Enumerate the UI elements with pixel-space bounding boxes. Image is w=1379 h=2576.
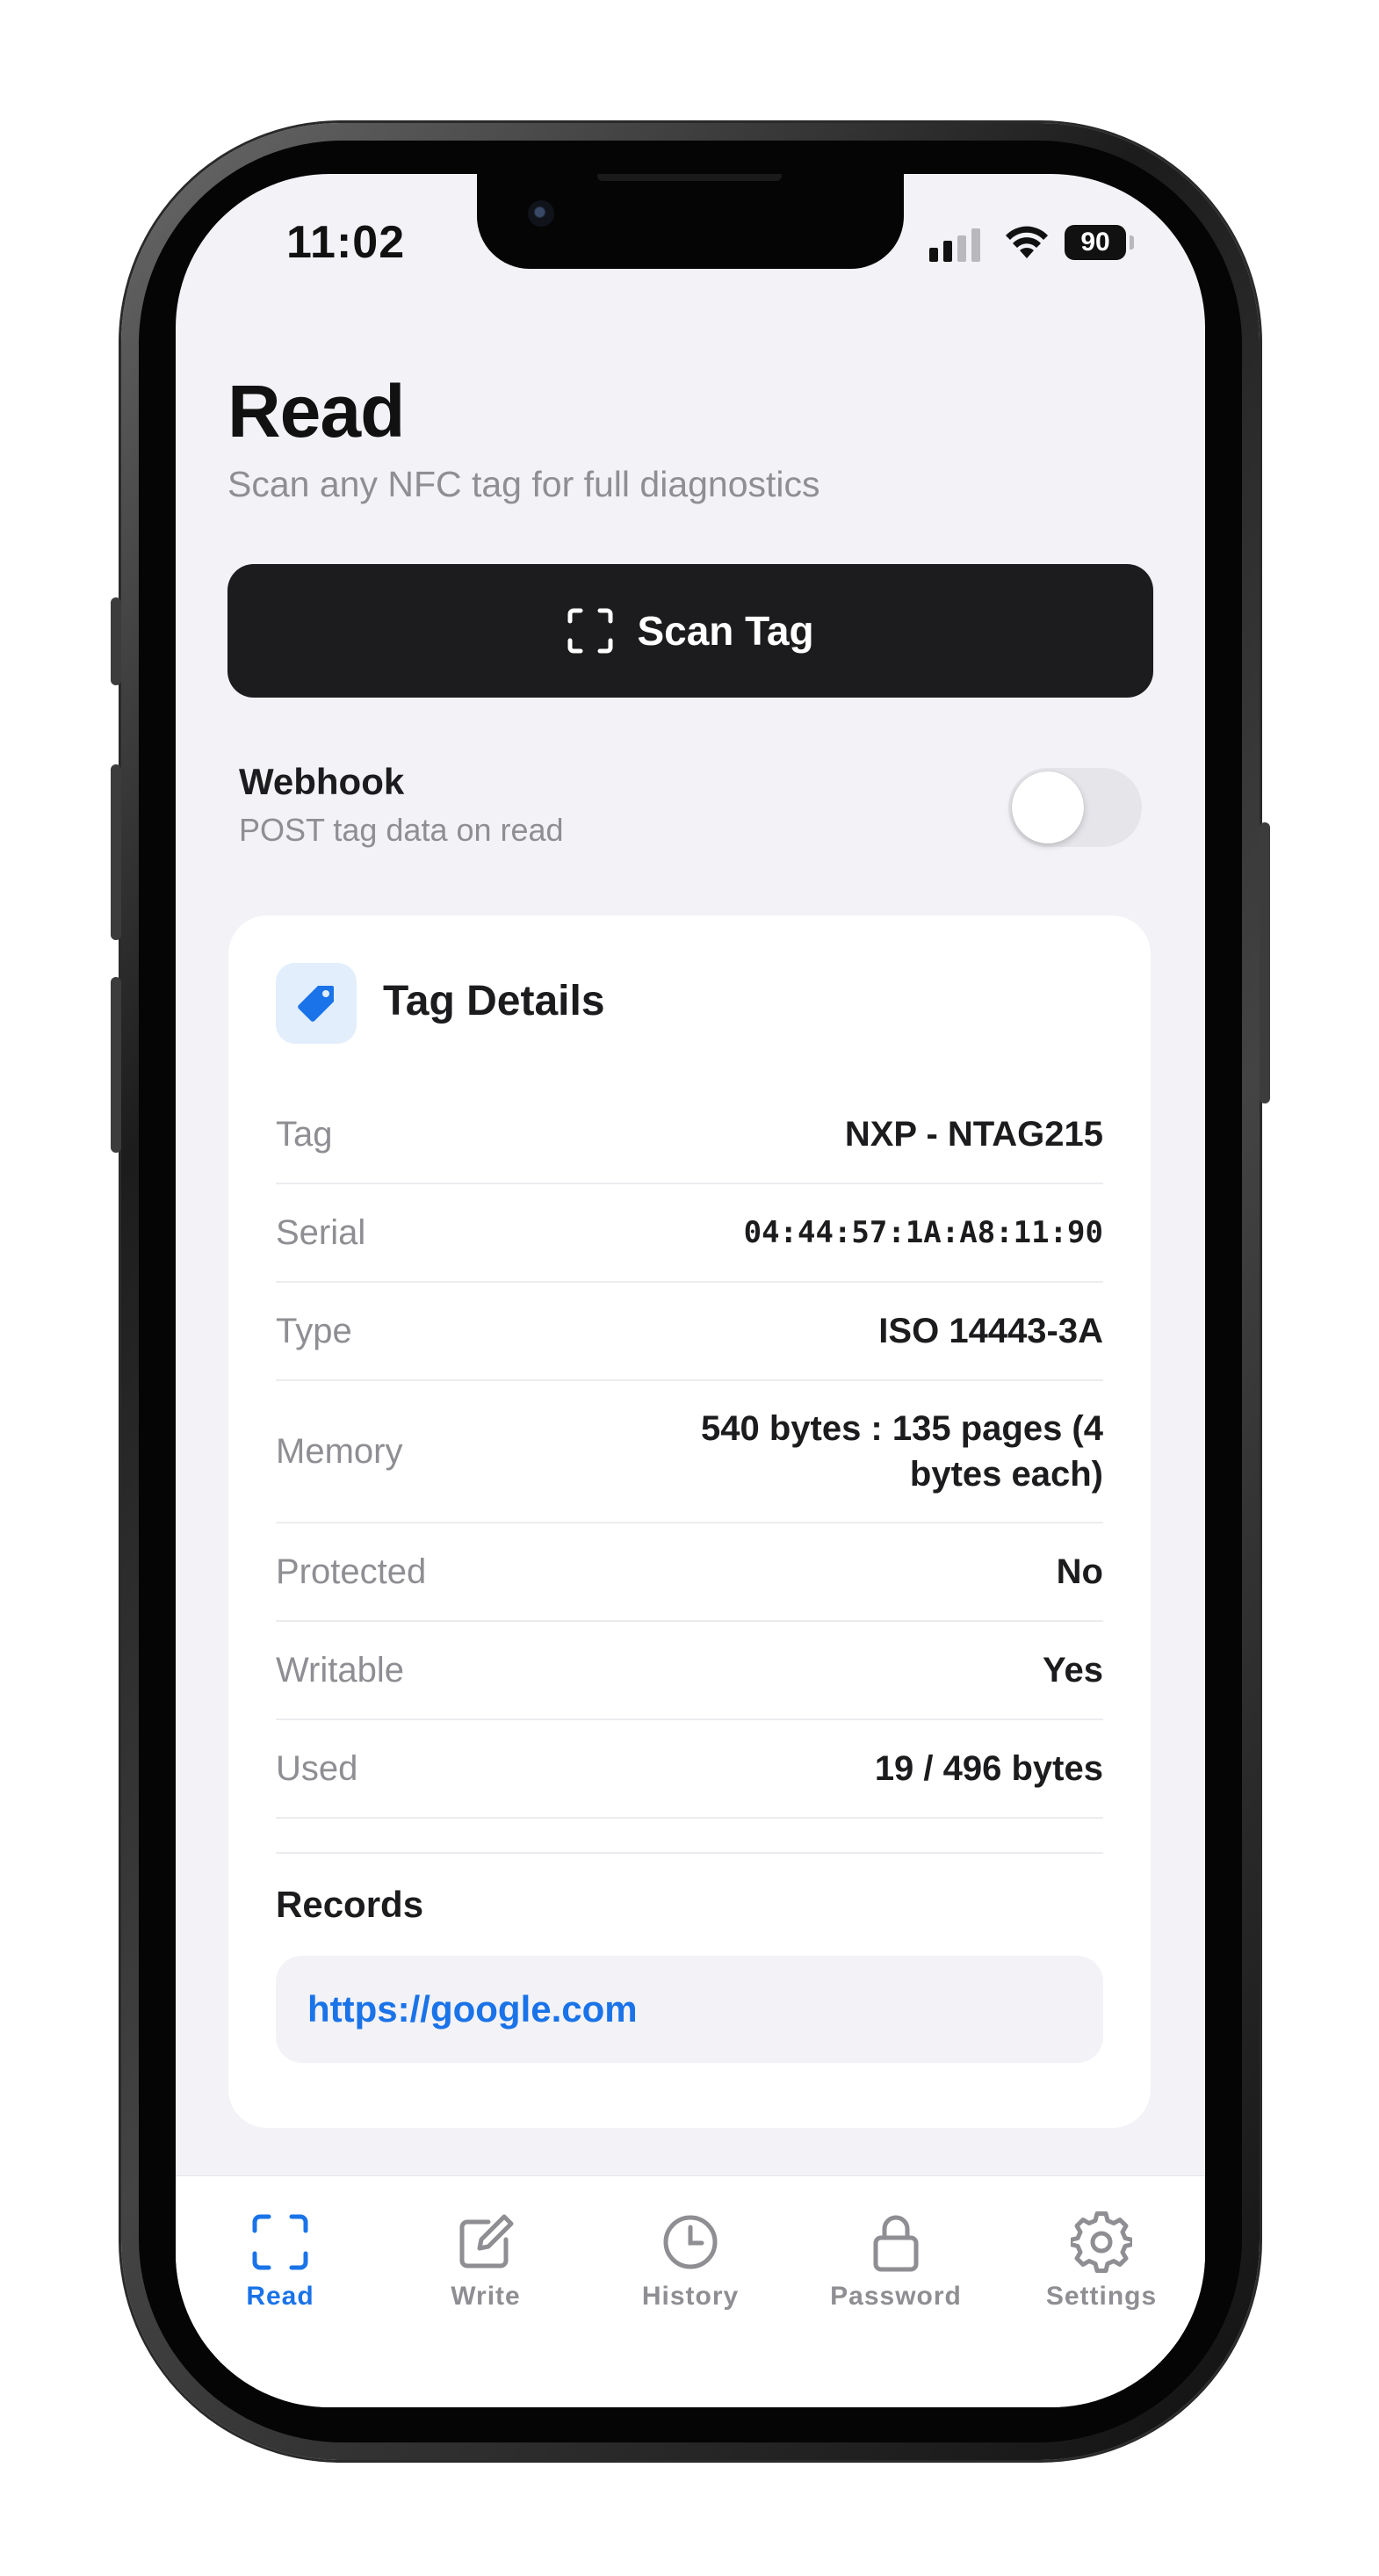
record-link[interactable]: https://google.com (307, 1988, 638, 2030)
cellular-signal-icon (929, 228, 984, 262)
scan-icon (567, 608, 613, 654)
tag-icon (298, 986, 334, 1022)
clock-icon (663, 2215, 718, 2269)
tab-password-label: Password (830, 2282, 962, 2311)
speaker-grille (597, 174, 782, 181)
tag-details-title: Tag Details (383, 978, 605, 1024)
webhook-title: Webhook (239, 761, 405, 802)
detail-row-serial: Serial 04:44:57:1A:A8:11:90 (276, 1184, 1103, 1283)
status-time: 11:02 (286, 217, 406, 268)
tab-history[interactable]: History (603, 2211, 778, 2312)
tab-settings[interactable]: Settings (1014, 2211, 1189, 2312)
edit-icon (459, 2214, 514, 2268)
tab-bar: Read Write History Password Settings (176, 2175, 1205, 2407)
tab-write[interactable]: Write (398, 2211, 574, 2312)
battery-cap (1130, 235, 1134, 250)
dynamic-notch (477, 174, 904, 269)
detail-value: 19 / 496 bytes (874, 1749, 1103, 1788)
detail-value: 540 bytes : 135 pages (4 bytes each) (700, 1409, 1103, 1494)
tab-read[interactable]: Read (192, 2211, 368, 2312)
power-button (1260, 822, 1270, 1103)
scan-tag-button[interactable]: Scan Tag (227, 564, 1153, 698)
detail-key: Protected (276, 1552, 427, 1591)
webhook-subtitle: POST tag data on read (239, 812, 564, 848)
volume-down-button (111, 977, 121, 1153)
app-screen: 11:02 90 Read Scan any NFC tag for full … (176, 174, 1205, 2407)
detail-key: Writable (276, 1650, 404, 1690)
detail-key: Serial (276, 1212, 366, 1252)
camera-icon (528, 200, 554, 227)
battery-indicator: 90 (1065, 225, 1126, 260)
detail-row-tag: Tag NXP - NTAG215 (276, 1086, 1103, 1184)
detail-key: Tag (276, 1114, 333, 1154)
webhook-toggle[interactable] (1008, 768, 1142, 847)
records-title: Records (276, 1884, 424, 1925)
details-list: Tag NXP - NTAG215 Serial 04:44:57:1A:A8:… (276, 1086, 1103, 1854)
tab-password[interactable]: Password (808, 2211, 984, 2312)
tab-read-label: Read (246, 2282, 314, 2311)
detail-row-protected: Protected No (276, 1523, 1103, 1622)
record-item[interactable]: https://google.com (276, 1956, 1103, 2063)
detail-row-type: Type ISO 14443-3A (276, 1283, 1103, 1381)
lock-icon (873, 2215, 919, 2272)
detail-key: Type (276, 1311, 352, 1350)
tab-history-label: History (641, 2282, 740, 2311)
page-title: Read (227, 370, 405, 452)
detail-key: Memory (276, 1431, 403, 1471)
tag-icon-badge (276, 963, 357, 1044)
page-subtitle: Scan any NFC tag for full diagnostics (227, 464, 820, 504)
detail-row-writable: Writable Yes (276, 1622, 1103, 1720)
tab-settings-label: Settings (1045, 2282, 1158, 2311)
detail-value: No (1056, 1552, 1103, 1591)
tab-write-label: Write (451, 2282, 521, 2311)
action-button (111, 597, 121, 685)
detail-row-memory: Memory 540 bytes : 135 pages (4 bytes ea… (276, 1381, 1103, 1523)
scan-icon (252, 2214, 308, 2270)
detail-value: ISO 14443-3A (878, 1312, 1103, 1350)
detail-value: Yes (1043, 1651, 1103, 1690)
details-divider (276, 1819, 1103, 1854)
scan-tag-label: Scan Tag (637, 608, 814, 654)
detail-key: Used (276, 1748, 358, 1788)
tag-details-card: Tag Details Tag NXP - NTAG215 Serial 04:… (228, 915, 1151, 2128)
detail-row-used: Used 19 / 496 bytes (276, 1720, 1103, 1819)
volume-up-button (111, 764, 121, 940)
wifi-icon (1006, 226, 1048, 258)
gear-icon (1071, 2211, 1132, 2273)
detail-value: NXP - NTAG215 (844, 1115, 1103, 1154)
toggle-knob (1012, 771, 1084, 843)
detail-value: 04:44:57:1A:A8:11:90 (743, 1215, 1103, 1250)
